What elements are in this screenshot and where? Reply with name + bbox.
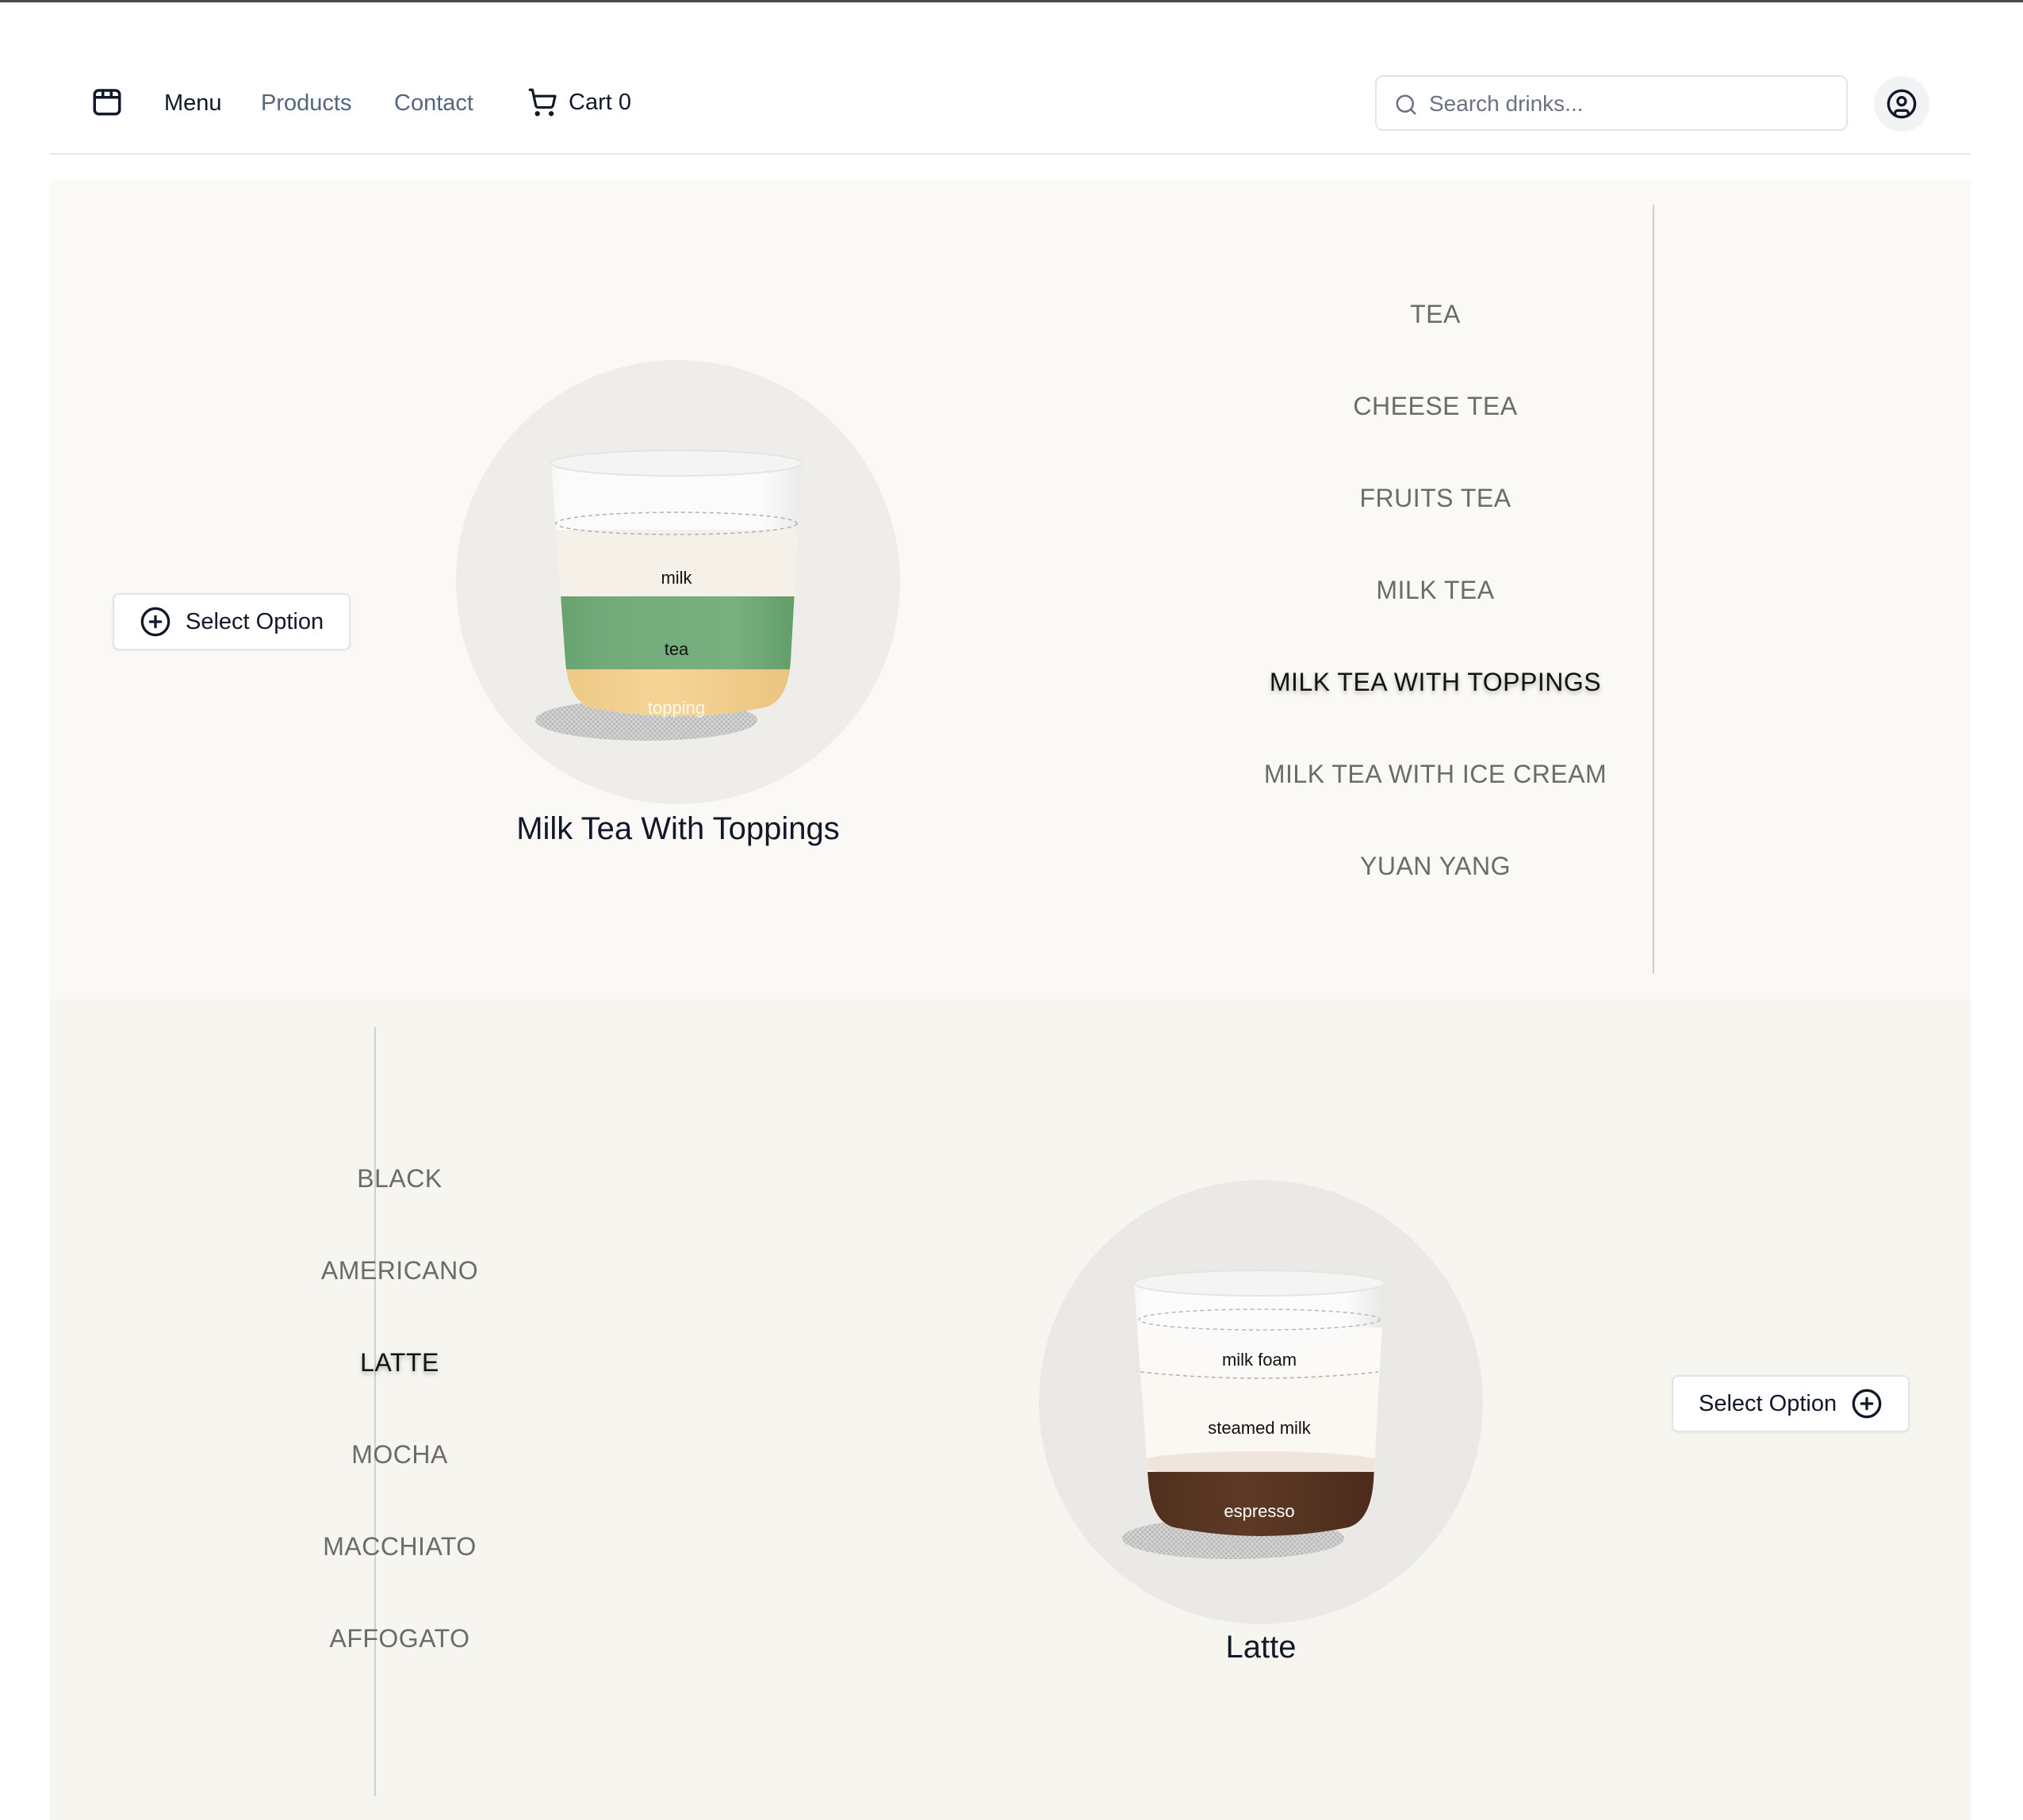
tea-category-list: TEA CHEESE TEA FRUITS TEA MILK TEA MILK … — [1213, 268, 1657, 912]
steamed-milk-layer — [1134, 1374, 1385, 1461]
drink-title: Milk Tea With Toppings — [516, 811, 840, 846]
storefront-icon[interactable] — [90, 85, 124, 118]
nav-products-link[interactable]: Products — [261, 90, 351, 117]
category-item[interactable]: MOCHA — [178, 1408, 622, 1500]
user-circle-icon — [1887, 89, 1917, 119]
plus-circle-icon — [140, 607, 170, 637]
category-item[interactable]: MACCHIATO — [178, 1500, 622, 1592]
tea-layer — [551, 596, 802, 671]
drink-title: Latte — [1225, 1630, 1297, 1665]
steamed-milk-label: steamed milk — [1208, 1418, 1312, 1438]
plus-circle-icon — [1852, 1389, 1882, 1419]
select-option-label: Select Option — [1699, 1390, 1837, 1416]
category-item[interactable]: AFFOGATO — [178, 1592, 622, 1684]
nav-menu-link[interactable]: Menu — [164, 90, 222, 117]
milk-tea-cup-illustration: milk tea topping — [535, 450, 803, 741]
latte-cup-illustration: milk foam steamed milk espresso — [1122, 1270, 1385, 1559]
cart-label: Cart 0 — [569, 89, 631, 115]
category-item[interactable]: FRUITS TEA — [1213, 452, 1657, 544]
category-item[interactable]: CHEESE TEA — [1213, 360, 1657, 452]
category-item[interactable]: YUAN YANG — [1213, 820, 1657, 912]
topping-layer-label: topping — [648, 698, 705, 718]
category-item[interactable]: MILK TEA — [1213, 544, 1657, 636]
coffee-category-list: BLACK AMERICANO LATTE MOCHA MACCHIATO AF… — [178, 1132, 622, 1684]
site-header: Menu Products Contact Cart 0 — [50, 2, 1971, 155]
category-item[interactable]: BLACK — [178, 1132, 622, 1224]
category-item[interactable]: TEA — [1213, 268, 1657, 360]
search-input[interactable] — [1427, 77, 1835, 131]
category-item[interactable]: MILK TEA WITH ICE CREAM — [1213, 728, 1657, 820]
shopping-cart-icon — [528, 88, 557, 117]
category-item-active[interactable]: LATTE — [178, 1316, 622, 1408]
coffee-select-option-button[interactable]: Select Option — [1672, 1375, 1910, 1432]
search-box[interactable] — [1375, 75, 1848, 131]
espresso-label: espresso — [1224, 1501, 1294, 1521]
nav-contact-link[interactable]: Contact — [394, 90, 473, 117]
coffee-section: BLACK AMERICANO LATTE MOCHA MACCHIATO AF… — [50, 999, 1971, 1820]
select-option-label: Select Option — [186, 608, 324, 634]
tea-layer-label: tea — [665, 639, 689, 659]
milk-foam-label: milk foam — [1222, 1350, 1297, 1370]
tea-select-option-button[interactable]: Select Option — [113, 593, 351, 650]
account-button[interactable] — [1874, 76, 1929, 132]
category-item[interactable]: AMERICANO — [178, 1224, 622, 1316]
milk-layer — [551, 530, 802, 598]
divider-line — [1653, 205, 1654, 974]
search-icon — [1396, 94, 1416, 115]
milk-layer-label: milk — [661, 568, 692, 588]
cart-button[interactable]: Cart 0 — [527, 85, 631, 120]
tea-section: Select Option milk tea topping Milk Tea … — [50, 181, 1971, 999]
category-item-active[interactable]: MILK TEA WITH TOPPINGS — [1213, 636, 1657, 728]
